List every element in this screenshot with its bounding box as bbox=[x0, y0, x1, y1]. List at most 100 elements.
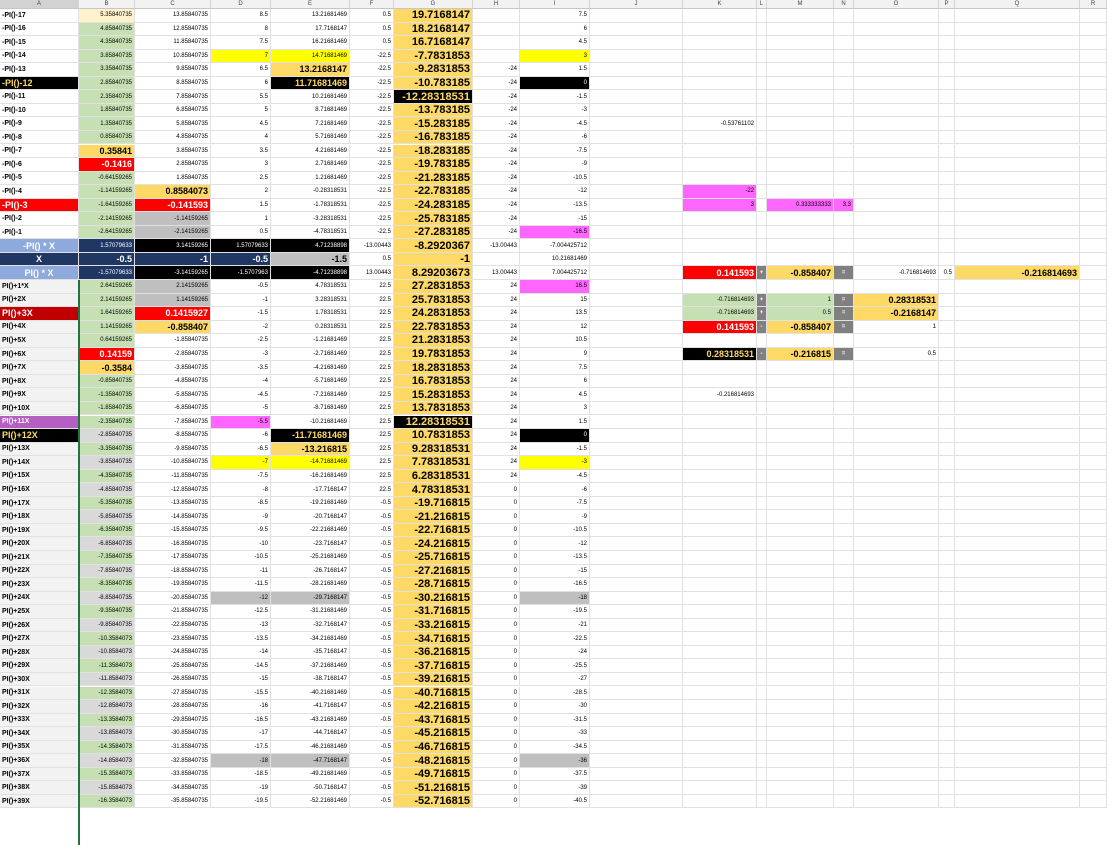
empty-cell[interactable] bbox=[767, 185, 834, 199]
cell-i[interactable]: -39 bbox=[520, 781, 590, 795]
empty-cell[interactable] bbox=[683, 469, 757, 484]
cell-i[interactable]: 0 bbox=[520, 429, 590, 443]
cell-e[interactable]: -35.7168147 bbox=[271, 645, 350, 660]
empty-cell[interactable] bbox=[757, 158, 767, 172]
cell-b[interactable]: -9.35840735 bbox=[79, 605, 135, 619]
equals-sign[interactable]: = bbox=[834, 320, 854, 335]
empty-cell[interactable] bbox=[955, 9, 1080, 23]
cell-h[interactable]: 0 bbox=[473, 578, 520, 592]
cell-b[interactable]: -1.64159265 bbox=[79, 198, 135, 213]
cell-g[interactable]: 16.7831853 bbox=[394, 374, 473, 389]
empty-cell[interactable] bbox=[590, 280, 683, 294]
empty-cell[interactable] bbox=[939, 415, 955, 430]
cell-c[interactable]: -28.85840735 bbox=[135, 700, 211, 714]
cell-f[interactable]: -0.5 bbox=[350, 659, 394, 673]
empty-cell[interactable] bbox=[590, 618, 683, 633]
column-header-c[interactable]: C bbox=[135, 0, 211, 9]
cell-d[interactable]: -15.5 bbox=[211, 686, 271, 701]
cell-f[interactable]: -22.5 bbox=[350, 117, 394, 131]
empty-cell[interactable] bbox=[590, 90, 683, 104]
cell-e[interactable]: -22.21681469 bbox=[271, 523, 350, 538]
cell-d[interactable]: -5.5 bbox=[211, 415, 271, 430]
cell-i[interactable]: -30 bbox=[520, 700, 590, 714]
empty-cell[interactable] bbox=[683, 442, 757, 457]
cell-e[interactable]: -5.71681469 bbox=[271, 374, 350, 389]
empty-cell[interactable] bbox=[939, 713, 955, 728]
cell-g[interactable]: -21.283185 bbox=[394, 171, 473, 186]
empty-cell[interactable] bbox=[1080, 740, 1107, 755]
empty-cell[interactable] bbox=[939, 307, 955, 321]
empty-cell[interactable] bbox=[590, 740, 683, 755]
empty-cell[interactable] bbox=[955, 510, 1080, 524]
empty-cell[interactable] bbox=[939, 361, 955, 375]
cell-f[interactable]: -0.5 bbox=[350, 754, 394, 768]
empty-cell[interactable] bbox=[757, 415, 767, 430]
empty-cell[interactable] bbox=[683, 456, 757, 470]
cell-c[interactable]: -26.85840735 bbox=[135, 672, 211, 687]
cell-b[interactable]: -0.5 bbox=[79, 252, 135, 267]
empty-cell[interactable] bbox=[854, 551, 939, 565]
cell-g[interactable]: -8.2920367 bbox=[394, 239, 473, 253]
cell-c[interactable]: -9.85840735 bbox=[135, 442, 211, 457]
empty-cell[interactable] bbox=[939, 645, 955, 660]
cell-b[interactable]: -7.85840735 bbox=[79, 564, 135, 579]
cell-f[interactable]: 22.5 bbox=[350, 415, 394, 430]
empty-cell[interactable] bbox=[683, 591, 757, 606]
empty-cell[interactable] bbox=[834, 415, 854, 430]
cell-b[interactable]: 1.64159265 bbox=[79, 307, 135, 321]
empty-cell[interactable] bbox=[767, 130, 834, 145]
cell-f[interactable]: -22.5 bbox=[350, 171, 394, 186]
empty-cell[interactable] bbox=[939, 632, 955, 646]
empty-cell[interactable] bbox=[955, 429, 1080, 443]
cell-i[interactable]: 3 bbox=[520, 401, 590, 416]
cell-d[interactable]: -18.5 bbox=[211, 767, 271, 782]
cell-c[interactable]: -0.141593 bbox=[135, 198, 211, 213]
empty-cell[interactable] bbox=[767, 225, 834, 240]
cell-h[interactable]: 0 bbox=[473, 496, 520, 511]
cell-d[interactable]: -6.5 bbox=[211, 442, 271, 457]
cell-c[interactable]: 12.85840735 bbox=[135, 22, 211, 37]
cell-i[interactable]: 9 bbox=[520, 347, 590, 362]
empty-cell[interactable] bbox=[834, 280, 854, 294]
cell-c[interactable]: 1.14159265 bbox=[135, 293, 211, 308]
empty-cell[interactable] bbox=[939, 605, 955, 619]
empty-cell[interactable] bbox=[757, 198, 767, 213]
cell-c[interactable]: -3.14159265 bbox=[135, 266, 211, 280]
operand-a[interactable]: -0.716814693 bbox=[683, 293, 757, 308]
row-label[interactable]: PI()+33X bbox=[0, 713, 79, 728]
empty-cell[interactable] bbox=[757, 754, 767, 768]
cell-e[interactable]: 3.28318531 bbox=[271, 293, 350, 308]
cell-g[interactable]: -7.7831853 bbox=[394, 49, 473, 64]
cell-h[interactable]: 24 bbox=[473, 293, 520, 308]
empty-cell[interactable] bbox=[854, 76, 939, 91]
cell-d[interactable]: -0.5 bbox=[211, 252, 271, 267]
empty-cell[interactable] bbox=[854, 591, 939, 606]
cell-b[interactable]: 0.85840735 bbox=[79, 130, 135, 145]
cell-d[interactable]: -10.5 bbox=[211, 551, 271, 565]
cell-e[interactable]: -17.7168147 bbox=[271, 483, 350, 497]
empty-cell[interactable] bbox=[757, 374, 767, 389]
cell-d[interactable]: -8.5 bbox=[211, 496, 271, 511]
empty-cell[interactable] bbox=[955, 171, 1080, 186]
column-header-i[interactable]: I bbox=[520, 0, 590, 9]
empty-cell[interactable] bbox=[955, 280, 1080, 294]
empty-cell[interactable] bbox=[955, 347, 1080, 362]
cell-b[interactable]: -2.14159265 bbox=[79, 212, 135, 226]
empty-cell[interactable] bbox=[757, 740, 767, 755]
empty-cell[interactable] bbox=[834, 158, 854, 172]
cell-e[interactable]: -31.21681469 bbox=[271, 605, 350, 619]
row-label[interactable]: -PI()-3 bbox=[0, 198, 79, 213]
cell-f[interactable]: -0.5 bbox=[350, 740, 394, 755]
empty-cell[interactable] bbox=[767, 659, 834, 673]
empty-cell[interactable] bbox=[854, 456, 939, 470]
empty-cell[interactable] bbox=[767, 415, 834, 430]
empty-cell[interactable] bbox=[955, 388, 1080, 402]
empty-cell[interactable] bbox=[757, 767, 767, 782]
result[interactable]: 1 bbox=[854, 320, 939, 335]
cell-h[interactable]: -24 bbox=[473, 158, 520, 172]
empty-cell[interactable] bbox=[955, 767, 1080, 782]
empty-cell[interactable] bbox=[590, 632, 683, 646]
cell-g[interactable]: -37.716815 bbox=[394, 659, 473, 673]
row-label[interactable]: PI()+12X bbox=[0, 429, 79, 443]
cell-c[interactable]: 2.14159265 bbox=[135, 280, 211, 294]
